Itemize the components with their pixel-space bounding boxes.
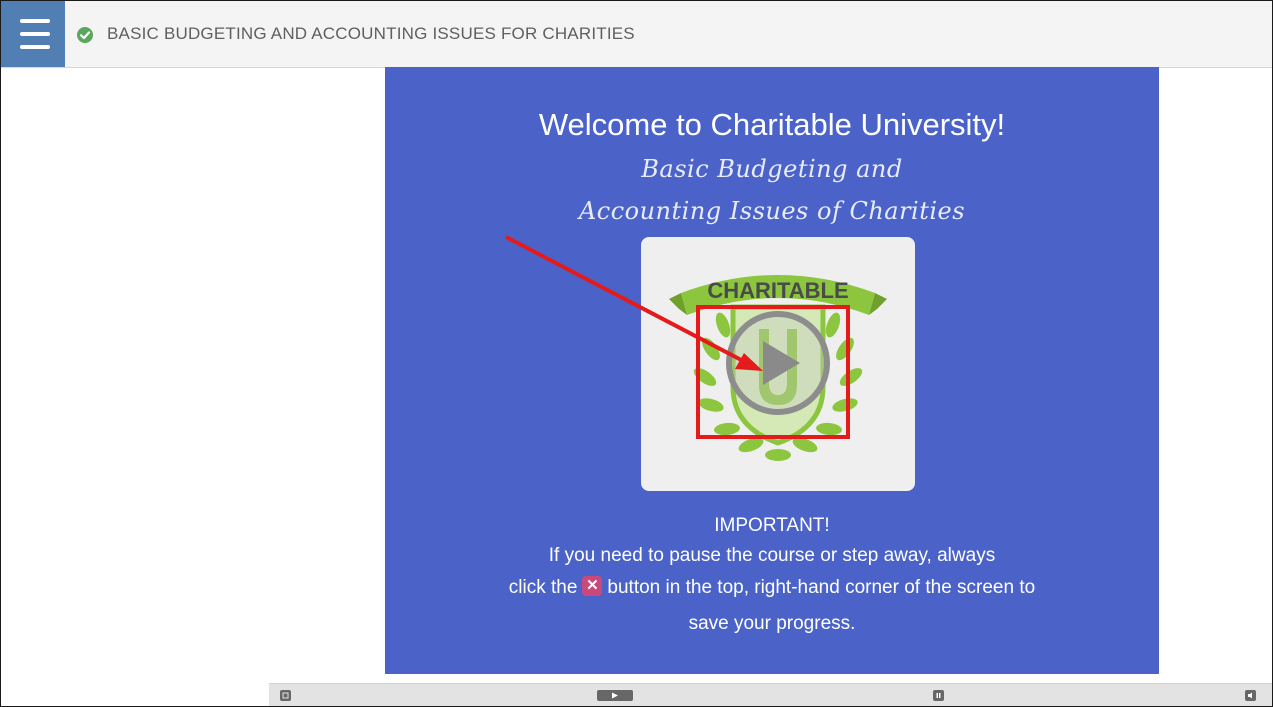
important-line2: click the ✕ button in the top, right-hand … xyxy=(385,575,1159,599)
important-line2-before: click the xyxy=(508,577,578,598)
highlight-box xyxy=(696,305,850,439)
app-frame: BASIC BUDGETING AND ACCOUNTING ISSUES FO… xyxy=(0,0,1273,707)
play-pause-button[interactable] xyxy=(597,690,633,701)
course-title: BASIC BUDGETING AND ACCOUNTING ISSUES FO… xyxy=(107,24,635,43)
top-bar: BASIC BUDGETING AND ACCOUNTING ISSUES FO… xyxy=(1,1,1272,68)
hamburger-menu-icon-bar xyxy=(20,45,50,49)
welcome-heading: Welcome to Charitable University! xyxy=(538,107,1006,142)
slide: Welcome to Charitable University! Basic … xyxy=(385,67,1159,674)
course-subtitle-line2: Accounting Issues of Charities xyxy=(578,197,966,225)
important-line2-after: button in the top, right-hand corner of … xyxy=(607,577,1036,598)
important-line3: save your progress. xyxy=(688,613,856,634)
play-icon xyxy=(612,692,618,699)
important-line1: If you need to pause the course or step … xyxy=(548,545,996,566)
close-x-icon: ✕ xyxy=(582,575,603,596)
volume-icon[interactable] xyxy=(1245,690,1256,701)
hamburger-menu-icon xyxy=(20,19,50,23)
exit-icon[interactable] xyxy=(280,690,291,701)
course-subtitle-line1: Basic Budgeting and xyxy=(641,155,903,183)
important-heading: IMPORTANT! xyxy=(714,515,830,536)
player-controls xyxy=(269,683,1272,706)
logo-text: CHARITABLE xyxy=(707,278,848,303)
pause-icon[interactable] xyxy=(933,690,944,701)
check-circle-icon xyxy=(77,27,93,43)
menu-button[interactable] xyxy=(1,1,65,67)
hamburger-menu-icon-bar xyxy=(20,32,50,36)
